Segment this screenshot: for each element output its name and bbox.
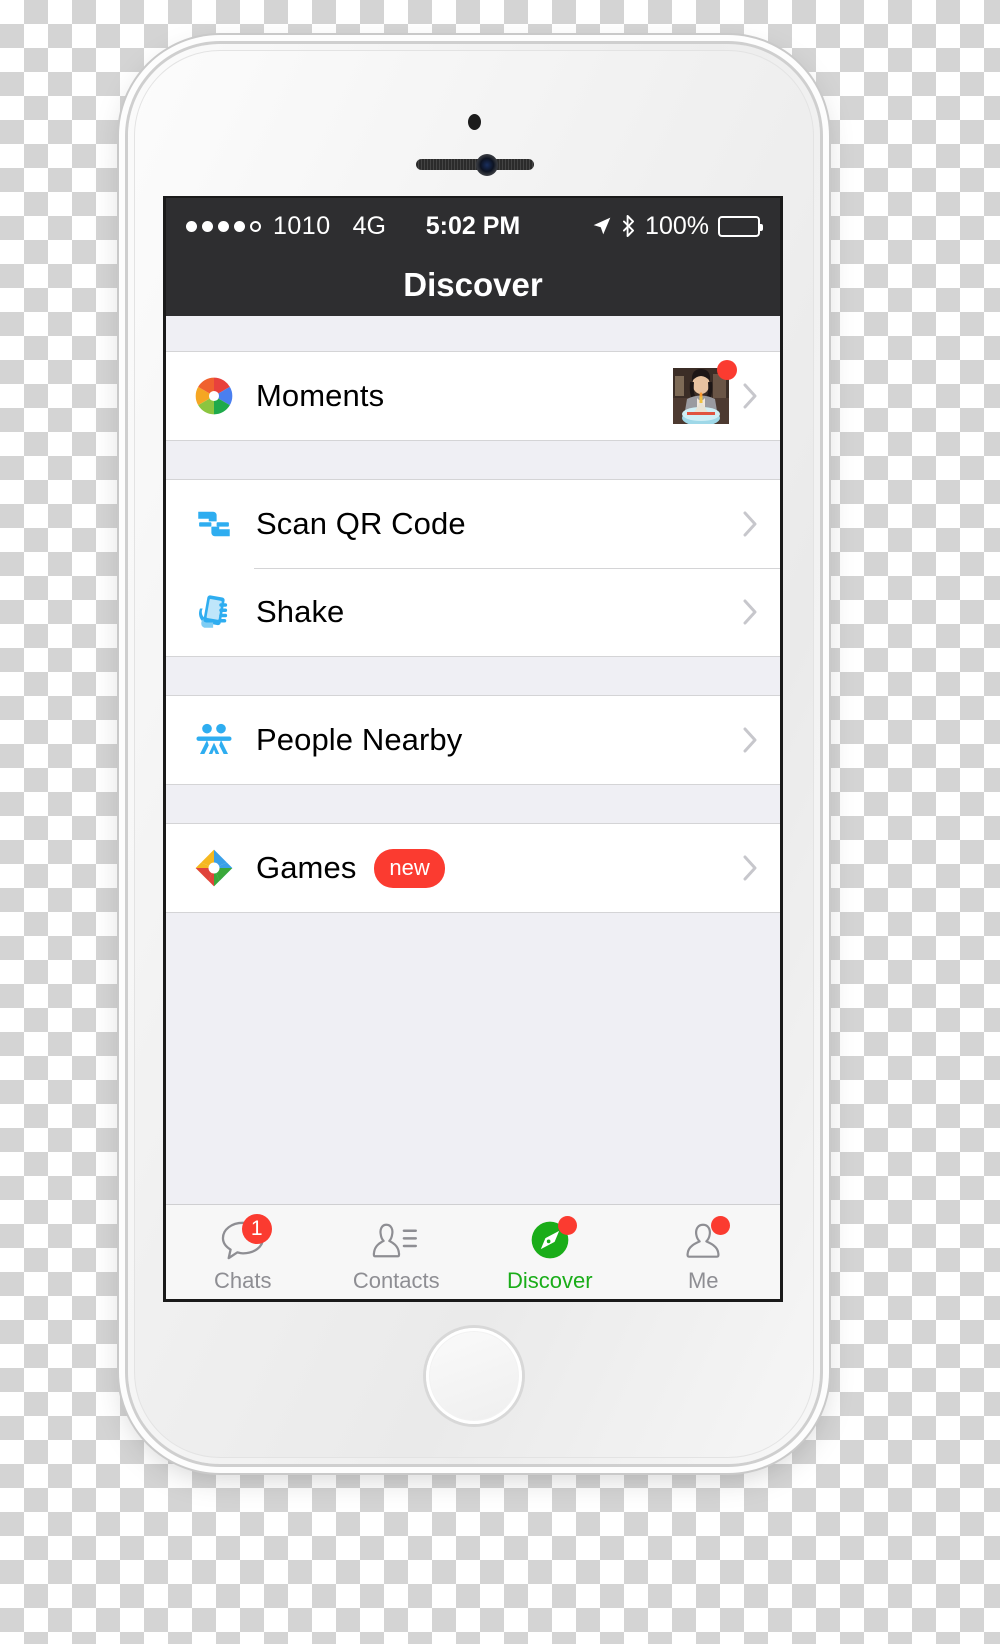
list-top-spacer [166,316,780,351]
person-icon [674,1216,732,1264]
contacts-icon [367,1216,425,1264]
list-item-moments[interactable]: Moments [166,352,780,440]
list-item-accessory [743,599,758,625]
list-item-label: People Nearby [256,722,463,757]
tab-label: Contacts [352,1268,440,1293]
chevron-right-icon [743,727,757,753]
battery-full-icon [718,215,763,237]
home-button[interactable] [423,1325,525,1427]
moments-thumbnail[interactable] [673,360,737,426]
list-item-accessory [743,855,758,881]
list-item-shake[interactable]: Shake [166,568,780,656]
tab-contacts[interactable]: Contacts [320,1205,474,1299]
list-group-games: Games new [166,823,780,913]
signal-strength-icon [186,220,261,232]
list-group-spacer-2 [166,657,780,695]
bluetooth-icon [623,215,635,237]
games-pinwheel-icon [190,844,238,892]
status-bar: 1010 4G 5:02 PM 100% [166,198,780,254]
list-group-people: People Nearby [166,695,780,785]
tab-chats[interactable]: 1 Chats [166,1205,320,1299]
phone-screen: 1010 4G 5:02 PM 100% Discover Moments Sc… [163,196,783,1302]
page-title: Discover [403,266,543,303]
list-group-tools: Scan QR Code Shake [166,479,780,657]
chevron-right-icon [743,599,757,625]
earpiece-speaker [416,159,534,170]
location-arrow-icon [593,217,611,235]
status-bar-left: 1010 4G [186,212,386,241]
scan-qr-code-icon [190,500,238,548]
list-item-label: Scan QR Code [256,506,466,541]
list-item-people-nearby[interactable]: People Nearby [166,696,780,784]
new-badge: new [374,848,445,888]
carrier-name: 1010 [273,211,331,240]
list-item-accessory [743,727,758,753]
network-type: 4G [352,211,386,240]
list-group-spacer-1 [166,441,780,479]
tab-label: Chats [214,1268,272,1293]
list-item-label: Moments [256,378,385,413]
chats-unread-badge: 1 [241,1214,272,1244]
status-bar-right: 100% [592,211,763,241]
shake-phone-icon [190,588,238,636]
front-camera [476,154,498,176]
list-item-label: Shake [256,594,345,629]
discover-list: Moments Scan QR Code Shake People Nearby… [166,316,780,1204]
moments-aperture-icon [190,372,238,420]
tab-bar: 1 Chats Contacts Discover Me [166,1204,780,1299]
list-item-accessory [673,360,758,426]
list-item-accessory [743,511,758,537]
discover-dot-badge [557,1216,577,1235]
home-button-face [430,1332,518,1420]
list-group-moments: Moments [166,351,780,441]
proximity-sensor [468,114,481,130]
navigation-bar: Discover [166,254,780,316]
list-item-scan-qr-code[interactable]: Scan QR Code [166,480,780,568]
tab-discover[interactable]: Discover [473,1205,627,1299]
people-nearby-icon [190,716,238,764]
unread-dot-badge [717,360,737,380]
me-dot-badge [711,1216,731,1235]
chevron-right-icon [743,383,757,409]
list-item-label: Games [256,850,357,885]
tab-label: Me [687,1268,719,1293]
tab-me[interactable]: Me [627,1205,781,1299]
compass-icon [521,1216,579,1264]
list-item-games[interactable]: Games new [166,824,780,912]
tab-label: Discover [506,1268,593,1293]
chat-bubble-icon: 1 [214,1214,272,1264]
battery-percent: 100% [645,211,709,240]
list-group-spacer-3 [166,785,780,823]
chevron-right-icon [743,855,757,881]
chevron-right-icon [743,511,757,537]
